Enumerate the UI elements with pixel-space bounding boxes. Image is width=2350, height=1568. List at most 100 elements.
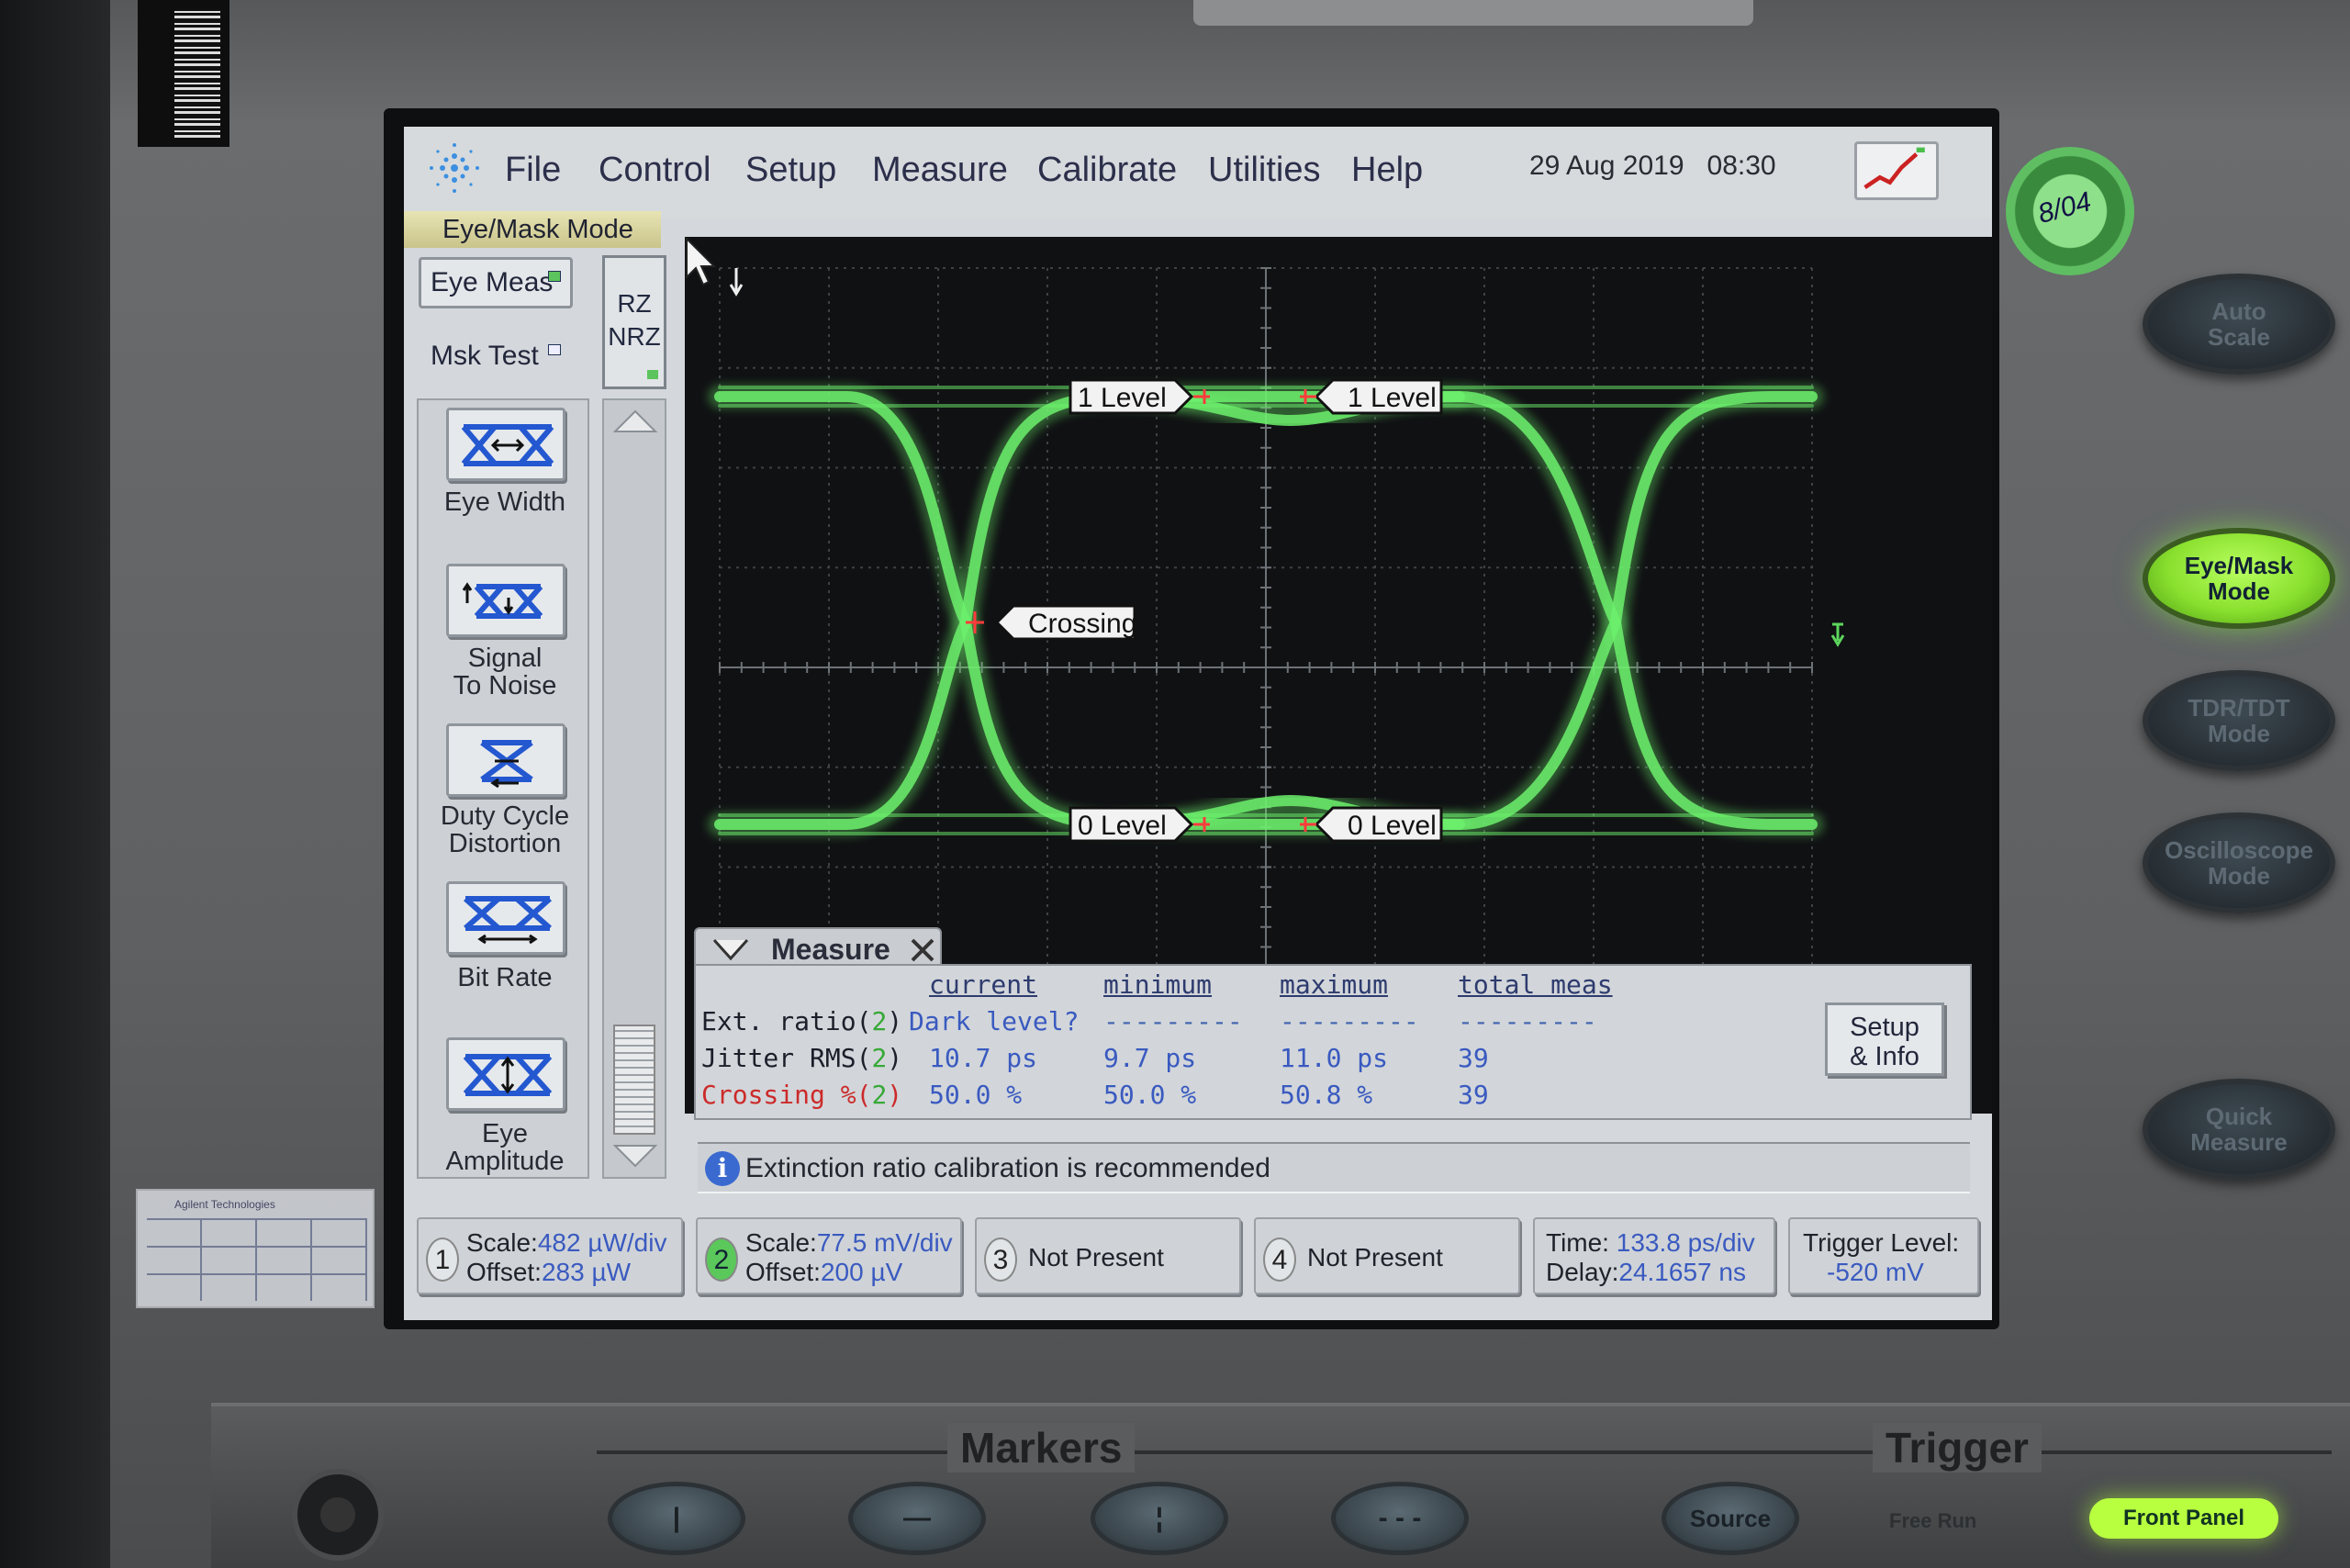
front-panel-button[interactable]: Front Panel: [2089, 1498, 2278, 1539]
sticker-text: 8/04: [2034, 186, 2095, 230]
menu-utilities[interactable]: Utilities: [1208, 151, 1320, 190]
trigger-level-value: -520 mV: [1827, 1258, 1924, 1286]
menu-help[interactable]: Help: [1351, 151, 1423, 190]
measure-cell: 39: [1458, 1080, 1489, 1110]
toolbox-scrollbar[interactable]: [602, 398, 666, 1179]
info-icon: i: [705, 1151, 740, 1186]
mask-test-button[interactable]: Msk Test: [419, 330, 573, 382]
mask-test-label: Msk Test: [431, 341, 539, 371]
trigger-level-label: Trigger Level:: [1803, 1228, 1960, 1257]
col-header-total-meas: total meas: [1458, 969, 1613, 1000]
oscilloscope-mode-button[interactable]: Oscilloscope Mode: [2143, 812, 2335, 913]
screen: File Control Setup Measure Calibrate Uti…: [404, 127, 1992, 1320]
measure-cell: 10.7 ps: [929, 1043, 1038, 1073]
duty-cycle-distortion-tool[interactable]: [446, 723, 565, 797]
auto-scale-button[interactable]: Auto Scale: [2143, 274, 2335, 375]
calibration-sticker: 8/04: [2006, 147, 2134, 275]
channel-4-settings[interactable]: 4 Not Present: [1254, 1217, 1520, 1294]
measure-cell: 39: [1458, 1043, 1489, 1073]
col-header-maximum: maximum: [1280, 969, 1389, 1000]
eye-meas-button[interactable]: Eye Meas: [419, 257, 573, 308]
date-time: 29 Aug 2019 08:30: [1529, 151, 1776, 182]
marker-button-4[interactable]: - - -: [1331, 1482, 1469, 1555]
graph-trend-icon[interactable]: [1854, 141, 1939, 200]
menu-measure[interactable]: Measure: [872, 151, 1008, 190]
top-slot: [1193, 0, 1753, 26]
measure-cell: ---------: [1458, 1006, 1597, 1036]
trigger-source-button[interactable]: Source: [1662, 1482, 1799, 1555]
signal-to-noise-icon: [462, 582, 543, 619]
measure-row-name[interactable]: Jitter RMS(2): [701, 1043, 902, 1073]
markers-title: Markers: [947, 1423, 1136, 1473]
eye-width-icon: [461, 424, 554, 466]
eye-amplitude-label: Eye Amplitude: [445, 1119, 565, 1176]
bit-rate-icon: [464, 896, 552, 945]
measure-cell: ---------: [1103, 1006, 1243, 1036]
mask-test-led: [548, 344, 561, 355]
measure-cell: Dark level?: [909, 1006, 1080, 1036]
ch2-scale: 77.5 mV/div: [816, 1228, 953, 1257]
channel-4-badge: 4: [1263, 1238, 1296, 1282]
trigger-position-arrow: [729, 268, 744, 297]
measure-row-name[interactable]: Crossing %(2): [701, 1080, 902, 1110]
one-level-right-text: 1 Level: [1348, 383, 1437, 413]
crossing-text: Crossing: [1028, 609, 1136, 639]
close-icon[interactable]: [909, 936, 936, 964]
channel-3-settings[interactable]: 3 Not Present: [975, 1217, 1241, 1294]
level-marker-arrow: [1830, 622, 1845, 647]
measure-row-name[interactable]: Ext. ratio(2): [701, 1006, 902, 1036]
menu-control[interactable]: Control: [599, 151, 711, 190]
trigger-settings[interactable]: Trigger Level: -520 mV: [1788, 1217, 1979, 1294]
setup-info-button[interactable]: Setup & Info: [1825, 1002, 1944, 1076]
date-text: 29 Aug 2019: [1529, 151, 1684, 181]
rz-nrz-selector[interactable]: RZ NRZ: [602, 255, 666, 389]
eye-amplitude-icon: [463, 1054, 553, 1096]
signal-to-noise-tool[interactable]: [446, 564, 565, 637]
left-edge: [0, 0, 110, 1568]
ground-knob[interactable]: [292, 1469, 384, 1561]
quick-measure-button[interactable]: Quick Measure: [2143, 1079, 2335, 1180]
scroll-down-icon[interactable]: [611, 1142, 659, 1171]
marker-button-3[interactable]: ¦: [1091, 1482, 1228, 1555]
measure-tab[interactable]: Measure: [694, 927, 942, 968]
channel-1-settings[interactable]: 1 Scale:482 µW/div Offset:283 µW: [417, 1217, 683, 1294]
col-header-minimum: minimum: [1103, 969, 1213, 1000]
nrz-led: [647, 370, 658, 379]
scroll-thumb[interactable]: [613, 1025, 655, 1135]
ch4-status: Not Present: [1307, 1243, 1443, 1271]
zero-level-right-text: 0 Level: [1348, 811, 1437, 841]
measure-title: Measure: [771, 933, 890, 966]
channel-1-badge: 1: [426, 1238, 459, 1282]
ch3-status: Not Present: [1028, 1243, 1164, 1271]
zero-level-left-text: 0 Level: [1078, 811, 1167, 841]
measure-cell: 11.0 ps: [1280, 1043, 1389, 1073]
eye-width-tool[interactable]: [446, 408, 565, 481]
tdr-tdt-mode-button[interactable]: TDR/TDT Mode: [2143, 670, 2335, 771]
measure-results-panel: current minimum maximum total meas Ext. …: [694, 964, 1972, 1120]
eye-measurement-toolbox: Eye Width Signal To Noise Duty Cycle Disto…: [417, 398, 589, 1179]
measure-cell: 9.7 ps: [1103, 1043, 1197, 1073]
status-info-bar: i Extinction ratio calibration is recomm…: [698, 1142, 1970, 1193]
time-text: 08:30: [1707, 151, 1776, 181]
marker-button-1[interactable]: |: [608, 1482, 745, 1555]
menu-calibrate[interactable]: Calibrate: [1037, 151, 1177, 190]
ch1-scale: 482 µW/div: [537, 1228, 667, 1257]
menu-setup[interactable]: Setup: [745, 151, 836, 190]
rz-option[interactable]: RZ: [605, 289, 664, 319]
time-delay: 24.1657 ns: [1618, 1258, 1746, 1286]
nrz-option[interactable]: NRZ: [605, 322, 664, 352]
duty-cycle-icon: [480, 740, 533, 789]
eye-amplitude-tool[interactable]: [446, 1037, 565, 1111]
channel-2-settings[interactable]: 2 Scale:77.5 mV/div Offset:200 µV: [696, 1217, 962, 1294]
agilent-spark-icon: [430, 143, 479, 193]
measure-cell: 50.8 %: [1280, 1080, 1373, 1110]
scroll-up-icon[interactable]: [611, 406, 659, 435]
collapse-triangle-icon[interactable]: [711, 935, 751, 964]
ch2-offset: 200 µV: [820, 1258, 903, 1286]
menu-file[interactable]: File: [505, 151, 561, 190]
markers-group-line: [597, 1450, 1707, 1454]
timebase-settings[interactable]: Time: 133.8 ps/div Delay:24.1657 ns: [1533, 1217, 1775, 1294]
eye-mask-mode-button[interactable]: Eye/Mask Mode: [2143, 528, 2335, 629]
marker-button-2[interactable]: —: [848, 1482, 986, 1555]
bit-rate-tool[interactable]: [446, 881, 565, 955]
